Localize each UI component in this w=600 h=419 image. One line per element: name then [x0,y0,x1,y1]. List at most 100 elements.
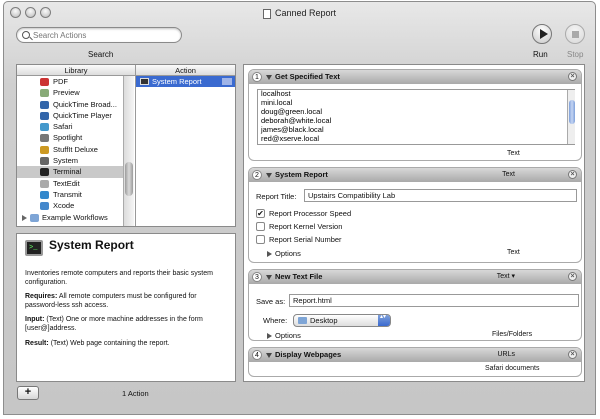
action-count: 1 Action [122,389,149,398]
processor-speed-checkbox[interactable]: ✔ [256,209,265,218]
input-type: Text [502,171,515,178]
remove-action-button[interactable]: × [568,350,577,359]
input-type[interactable]: Text ▾ [497,270,515,284]
library-item-label: TextEdit [53,178,80,188]
options-disclosure-icon[interactable] [267,333,272,339]
action-card-system-report[interactable]: 2 System Report Text × Report Title: Ups… [248,167,582,263]
remove-action-button[interactable]: × [568,170,577,179]
action-card-header[interactable]: 2 System Report Text × [249,168,581,182]
library-item-label: Spotlight [53,133,83,143]
chevron-updown-icon [378,314,390,326]
description-summary: Inventories remote computers and reports… [25,270,213,286]
library-item[interactable]: QuickTime Broad... [17,99,123,110]
action-title: System Report [275,170,328,179]
library-item-label: PDF [53,77,68,86]
output-type: Text [507,249,520,256]
library-item[interactable]: TextEdit [17,178,123,189]
automator-window: Canned Report Search Run Stop Library Ac… [3,1,596,415]
specified-text-input[interactable] [257,89,575,145]
library-item[interactable]: Safari [17,121,123,132]
library-item[interactable]: Transmit [17,189,123,200]
quicktime-icon [40,111,49,120]
library-item[interactable]: Preview [17,87,123,98]
input-label: Input: [25,316,45,324]
remove-action-button[interactable]: × [568,272,577,281]
where-popup[interactable]: Desktop [293,314,391,327]
disclosure-triangle-icon[interactable] [266,173,272,178]
kernel-version-checkbox[interactable] [256,222,265,231]
quicktime-icon [40,100,49,109]
step-number: 2 [252,170,262,180]
action-column-header: Action [135,65,235,76]
library-item[interactable]: System [17,155,123,166]
library-item-label: Transmit [53,189,82,199]
terminal-icon [140,78,149,85]
library-item-label: StuffIt Deluxe [53,144,98,154]
preview-icon [40,89,49,98]
disclosure-triangle-icon[interactable] [266,353,272,358]
remove-action-button[interactable]: × [568,72,577,81]
stop-button[interactable] [565,24,585,44]
disclosure-triangle-icon[interactable] [22,214,27,221]
step-number: 4 [252,350,262,360]
output-type: Files/Folders [492,331,533,338]
action-card-header[interactable]: 3 New Text File Text ▾ × [249,270,581,284]
search-input[interactable] [33,29,178,41]
save-as-field[interactable]: Report.html [289,294,579,307]
library-column-header: Library [17,65,135,76]
library-item[interactable]: Example Workflows [17,212,123,223]
library-item-label: Safari [53,122,73,132]
search-label: Search [88,50,114,59]
safari-icon [40,123,49,132]
action-title: Display Webpages [275,350,342,359]
library-item[interactable]: StuffIt Deluxe [17,144,123,155]
text-scrollbar[interactable] [567,90,575,144]
disclosure-triangle-icon[interactable] [266,75,272,80]
report-title-field[interactable]: Upstairs Compatibility Lab [304,189,577,202]
system-icon [40,157,49,166]
add-button[interactable]: + [17,386,39,400]
options-label[interactable]: Options [275,331,301,340]
action-card-display-webpages[interactable]: 4 Display Webpages URLs × Safari documen… [248,347,582,377]
run-button[interactable] [532,24,552,44]
action-card-get-specified-text[interactable]: 1 Get Specified Text × Text [248,69,582,161]
input-text: (Text) One or more machine addresses in … [25,316,203,332]
run-label: Run [533,50,548,59]
action-card-new-text-file[interactable]: 3 New Text File Text ▾ × Save as: Report… [248,269,582,341]
serial-number-checkbox[interactable] [256,235,265,244]
library-item[interactable]: Terminal [17,166,123,178]
library-scrollbar[interactable] [123,76,134,226]
library-item[interactable]: QuickTime Player [17,110,123,121]
description-pane: System Report Inventories remote compute… [16,233,236,382]
output-type: Safari documents [485,365,540,372]
folder-icon [298,317,307,324]
library-item[interactable]: PDF [17,76,123,87]
folder-icon [30,213,39,222]
step-number: 3 [252,272,262,282]
xcode-icon [40,202,49,211]
action-item-label: System Report [152,77,202,86]
library-item-label: QuickTime Player [53,110,112,120]
disclosure-triangle-icon[interactable] [266,275,272,280]
result-text: (Text) Web page containing the report. [50,339,170,347]
action-card-header[interactable]: 1 Get Specified Text × [249,70,581,84]
search-field[interactable] [16,27,182,43]
scroll-thumb[interactable] [125,162,133,196]
options-disclosure-icon[interactable] [267,251,272,257]
options-label[interactable]: Options [275,249,301,258]
action-item[interactable]: System Report [136,76,235,87]
requires-label: Requires: [25,293,58,301]
transmit-icon [40,190,49,199]
library-item-label: System [53,156,79,166]
library-item[interactable]: Xcode [17,200,123,211]
action-card-header[interactable]: 4 Display Webpages URLs × [249,348,581,362]
option-label: Report Serial Number [269,235,342,244]
document-icon [262,8,271,19]
scroll-thumb[interactable] [569,100,575,124]
action-title: New Text File [275,272,323,281]
terminal-icon [40,168,49,177]
library-item[interactable]: Spotlight [17,132,123,143]
library-item-label: Terminal [53,167,82,177]
stuffit-icon [40,145,49,154]
result-label: Result: [25,339,49,347]
